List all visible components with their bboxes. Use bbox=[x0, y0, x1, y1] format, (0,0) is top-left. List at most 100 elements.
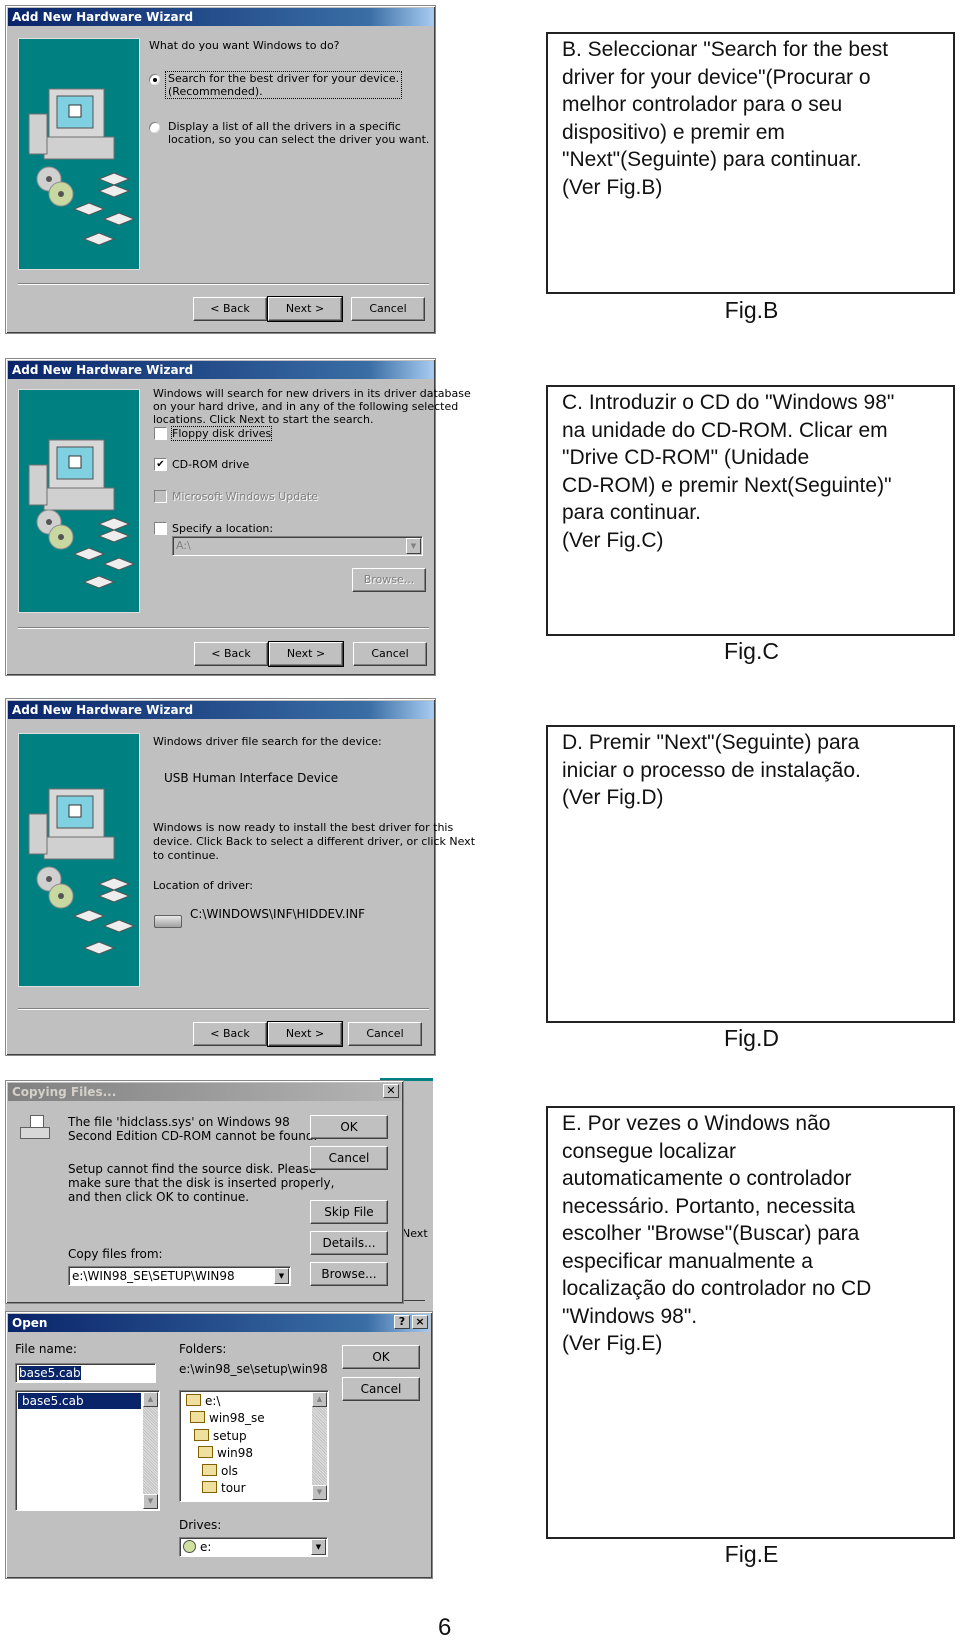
instruction-box-e: E. Por vezes o Windows não consegue loca… bbox=[546, 1106, 955, 1539]
background-next-text: Next bbox=[402, 1227, 428, 1240]
cancel-button[interactable]: Cancel bbox=[351, 297, 425, 321]
folder-tree[interactable]: e:\ win98_se setup win98 ols tour ▲ ▼ bbox=[179, 1390, 329, 1502]
location-dropdown[interactable]: A:\ ▼ bbox=[172, 536, 423, 556]
close-icon[interactable]: × bbox=[412, 1315, 428, 1329]
back-button[interactable]: < Back bbox=[194, 642, 268, 666]
folder-item[interactable]: win98 bbox=[198, 1445, 253, 1463]
specify-location-label[interactable]: Specify a location: bbox=[172, 522, 273, 535]
floppy-checkbox[interactable] bbox=[154, 427, 167, 440]
back-button[interactable]: < Back bbox=[193, 1022, 267, 1046]
option-search-label[interactable]: Search for the best driver for your devi… bbox=[164, 71, 403, 99]
scroll-up-icon[interactable]: ▲ bbox=[312, 1392, 327, 1407]
dialog-title: Copying Files... bbox=[8, 1083, 401, 1101]
scroll-down-icon[interactable]: ▼ bbox=[143, 1494, 158, 1509]
cancel-button[interactable]: Cancel bbox=[342, 1377, 420, 1401]
cdrom-checkbox[interactable]: ✔ bbox=[154, 458, 167, 471]
display-list-radio[interactable] bbox=[149, 122, 160, 133]
copy-from-label: Copy files from: bbox=[68, 1247, 163, 1261]
file-list[interactable]: base5.cab ▲ ▼ bbox=[15, 1390, 160, 1511]
drives-label: Drives: bbox=[179, 1518, 222, 1532]
computer-icon bbox=[28, 88, 136, 246]
folder-open-icon bbox=[198, 1446, 213, 1458]
browse-button[interactable]: Browse... bbox=[352, 568, 426, 592]
back-button[interactable]: < Back bbox=[193, 297, 267, 321]
folder-icon bbox=[202, 1481, 217, 1493]
missing-file-message: The file 'hidclass.sys' on Windows 98 Se… bbox=[68, 1115, 318, 1143]
drive-icon bbox=[154, 915, 182, 928]
cdrom-label[interactable]: CD-ROM drive bbox=[172, 458, 249, 471]
computer-icon bbox=[28, 439, 136, 589]
specify-location-checkbox[interactable] bbox=[154, 522, 167, 535]
ok-button[interactable]: OK bbox=[342, 1345, 420, 1369]
prompt-text: What do you want Windows to do? bbox=[149, 39, 340, 52]
list-item[interactable]: base5.cab bbox=[18, 1393, 141, 1409]
search-best-driver-radio[interactable] bbox=[149, 74, 160, 85]
floppy-label[interactable]: Floppy disk drives bbox=[170, 426, 273, 441]
drives-dropdown[interactable]: e: ▼ bbox=[179, 1537, 328, 1557]
skip-file-button[interactable]: Skip File bbox=[310, 1200, 388, 1224]
window-title: Add New Hardware Wizard bbox=[8, 8, 433, 26]
folders-label: Folders: bbox=[179, 1342, 227, 1356]
wizard-illustration bbox=[18, 733, 140, 987]
file-name-label: File name: bbox=[15, 1342, 77, 1356]
cancel-button[interactable]: Cancel bbox=[310, 1146, 388, 1170]
wizard-illustration bbox=[18, 389, 140, 613]
figure-caption-d: Fig.D bbox=[724, 1025, 779, 1051]
search-label: Windows driver file search for the devic… bbox=[153, 735, 382, 748]
windows-update-label: Microsoft Windows Update bbox=[172, 490, 318, 503]
file-name-input[interactable]: base5.cab bbox=[15, 1363, 156, 1383]
folder-open-icon bbox=[186, 1394, 201, 1406]
scrollbar[interactable]: ▲ ▼ bbox=[143, 1392, 158, 1509]
help-icon[interactable]: ? bbox=[394, 1315, 410, 1329]
cancel-button[interactable]: Cancel bbox=[348, 1022, 422, 1046]
fig-c-wizard-window: Add New Hardware Wizard Windows will sea… bbox=[5, 358, 471, 676]
fig-b-wizard-window: Add New Hardware Wizard What do you want… bbox=[5, 5, 436, 334]
location-label: Location of driver: bbox=[153, 879, 253, 892]
folder-open-icon bbox=[190, 1411, 205, 1423]
separator bbox=[18, 1008, 429, 1010]
device-name: USB Human Interface Device bbox=[164, 771, 339, 785]
window-title: Add New Hardware Wizard bbox=[8, 361, 433, 379]
windows-update-checkbox[interactable] bbox=[154, 490, 167, 503]
window-title: Add New Hardware Wizard bbox=[8, 701, 433, 719]
ready-text: Windows is now ready to install the best… bbox=[153, 821, 476, 862]
cd-drive-icon bbox=[183, 1540, 196, 1553]
chevron-down-icon[interactable]: ▼ bbox=[274, 1268, 289, 1284]
folder-item[interactable]: e:\ bbox=[186, 1393, 220, 1411]
dialog-title: Open bbox=[8, 1314, 430, 1332]
scrollbar[interactable]: ▲ ▼ bbox=[312, 1392, 327, 1500]
next-button[interactable]: Next > bbox=[267, 296, 343, 322]
copy-from-dropdown[interactable]: e:\WIN98_SE\SETUP\WIN98 ▼ bbox=[68, 1266, 291, 1286]
folder-item[interactable]: win98_se bbox=[190, 1410, 265, 1428]
setup-disk-icon bbox=[20, 1115, 50, 1139]
chevron-down-icon[interactable]: ▼ bbox=[406, 538, 421, 554]
instruction-box-b: B. Seleccionar "Search for the best driv… bbox=[546, 32, 955, 294]
figure-caption-e: Fig.E bbox=[724, 1541, 779, 1567]
cancel-button[interactable]: Cancel bbox=[353, 642, 427, 666]
instruction-box-d: D. Premir "Next"(Seguinte) para iniciar … bbox=[546, 725, 955, 1023]
folder-icon bbox=[202, 1464, 217, 1476]
folder-item[interactable]: tour bbox=[202, 1480, 246, 1498]
figure-caption-c: Fig.C bbox=[724, 638, 779, 664]
open-dialog: Open ? × File name: base5.cab base5.cab … bbox=[5, 1311, 433, 1579]
browse-button[interactable]: Browse... bbox=[310, 1262, 388, 1286]
folder-item[interactable]: ols bbox=[202, 1463, 238, 1481]
scroll-down-icon[interactable]: ▼ bbox=[312, 1485, 327, 1500]
details-button[interactable]: Details... bbox=[310, 1231, 388, 1255]
chevron-down-icon[interactable]: ▼ bbox=[311, 1539, 326, 1555]
folder-item[interactable]: setup bbox=[194, 1428, 247, 1446]
next-button[interactable]: Next > bbox=[267, 1021, 343, 1047]
next-button[interactable]: Next > bbox=[268, 641, 344, 667]
scroll-up-icon[interactable]: ▲ bbox=[143, 1392, 158, 1407]
wizard-illustration bbox=[18, 38, 140, 270]
driver-path: C:\WINDOWS\INF\HIDDEV.INF bbox=[190, 907, 366, 921]
folder-open-icon bbox=[194, 1429, 209, 1441]
ok-button[interactable]: OK bbox=[310, 1115, 388, 1139]
folders-path: e:\win98_se\setup\win98 bbox=[179, 1362, 328, 1376]
page-number: 6 bbox=[438, 1614, 452, 1641]
option-display-label[interactable]: Display a list of all the drivers in a s… bbox=[168, 120, 429, 146]
fig-d-wizard-window: Add New Hardware Wizard Windows driver f… bbox=[5, 698, 475, 1056]
close-icon[interactable]: ✕ bbox=[383, 1084, 399, 1098]
copying-files-dialog: Copying Files... ✕ The file 'hidclass.sy… bbox=[5, 1080, 404, 1304]
computer-icon bbox=[28, 788, 136, 955]
